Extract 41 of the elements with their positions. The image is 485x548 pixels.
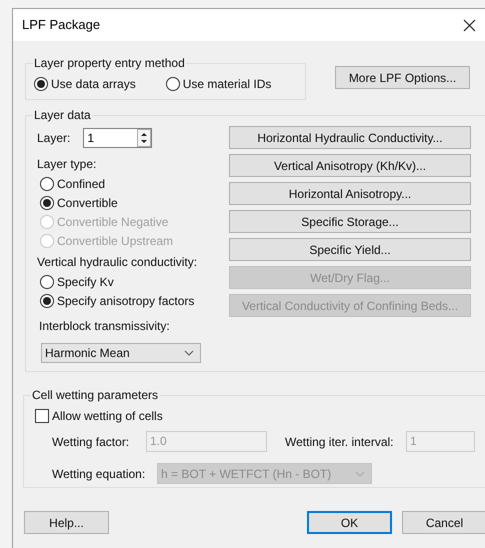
- interblock-label: Interblock transmissivity:: [39, 318, 171, 335]
- window-title: LPF Package: [22, 16, 100, 34]
- checkbox-label: Allow wetting of cells: [52, 408, 163, 425]
- property-button[interactable]: Horizontal Hydraulic Conductivity...: [229, 126, 471, 149]
- radio-label: Convertible Negative: [57, 214, 168, 230]
- layer-label: Layer:: [37, 130, 70, 147]
- radio-button[interactable]: [40, 274, 54, 288]
- group-label: Layer property entry method: [33, 55, 186, 72]
- chevron-down-icon: [355, 470, 365, 476]
- close-icon[interactable]: [463, 18, 476, 32]
- interblock-dropdown[interactable]: Harmonic Mean: [41, 343, 201, 363]
- chevron-down-icon: [184, 350, 194, 356]
- spin-arrows-icon[interactable]: [137, 129, 152, 147]
- group-label: Cell wetting parameters: [31, 387, 160, 404]
- radio-button[interactable]: [166, 76, 180, 90]
- radio-button[interactable]: [40, 176, 54, 190]
- radio-label: Specify anisotropy factors: [57, 292, 194, 310]
- radio-label: Specify Kv: [57, 274, 114, 290]
- radio-label: Use data arrays: [51, 76, 136, 92]
- layer-spin-field[interactable]: 1: [83, 128, 152, 148]
- property-button[interactable]: Vertical Anisotropy (Kh/Kv)...: [229, 154, 471, 177]
- radio-label: Convertible: [57, 194, 118, 212]
- dialog-button[interactable]: OK: [307, 511, 392, 534]
- radio-label: Use material IDs: [182, 76, 272, 92]
- dialog-button[interactable]: Help...: [24, 511, 109, 534]
- more-options-button[interactable]: More LPF Options...: [335, 66, 470, 89]
- radio-button[interactable]: [40, 196, 54, 210]
- wetting-interval-label: Wetting iter. interval:: [285, 434, 394, 450]
- wetting-equation-label: Wetting equation:: [52, 466, 146, 482]
- group-label: Layer data: [33, 107, 92, 124]
- dialog-button[interactable]: Cancel: [402, 511, 485, 534]
- radio-button[interactable]: [34, 76, 48, 90]
- wetting-factor-label: Wetting factor:: [52, 434, 130, 450]
- property-button[interactable]: Specific Yield...: [229, 238, 471, 261]
- radio-label: Confined: [57, 176, 106, 192]
- radio-button[interactable]: [40, 294, 54, 308]
- property-button[interactable]: Specific Storage...: [229, 210, 471, 233]
- radio-label: Convertible Upstream: [57, 232, 174, 250]
- layer-type-label: Layer type:: [37, 156, 98, 173]
- vertical-conductivity-label: Vertical hydraulic conductivity:: [37, 254, 198, 271]
- property-button[interactable]: Horizontal Anisotropy...: [229, 182, 471, 205]
